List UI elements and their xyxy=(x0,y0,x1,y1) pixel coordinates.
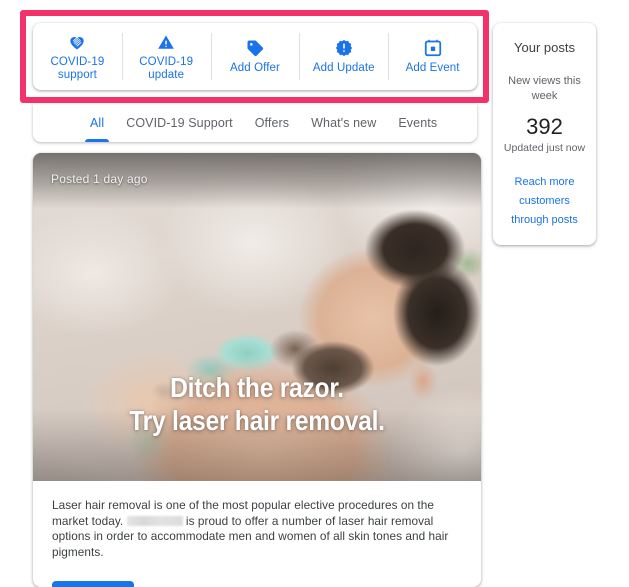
action-label: COVID-19 support xyxy=(50,55,105,81)
post-filter-tabs: All COVID-19 Support Offers What's new E… xyxy=(33,104,477,142)
post-body: Laser hair removal is one of the most po… xyxy=(33,481,481,560)
posted-timestamp: Posted 1 day ago xyxy=(51,172,148,186)
tab-label: All xyxy=(90,116,105,130)
action-add-offer[interactable]: Add Offer xyxy=(210,23,300,90)
panel-title: Your posts xyxy=(514,40,575,55)
post-overlay-headline: Ditch the razor. Try laser hair removal. xyxy=(129,372,385,436)
updated-timestamp: Updated just now xyxy=(503,142,586,154)
tab-whats-new[interactable]: What's new xyxy=(300,104,387,142)
post-type-actions-card: COVID-19 support COVID-19 update Add Off… xyxy=(33,23,477,90)
tab-all[interactable]: All xyxy=(79,104,115,142)
tab-label: What's new xyxy=(311,116,377,130)
post-actions: Call now xyxy=(33,560,481,587)
tab-offers[interactable]: Offers xyxy=(244,104,300,142)
action-covid-support[interactable]: COVID-19 support xyxy=(33,23,122,90)
post-description: Laser hair removal is one of the most po… xyxy=(52,498,462,560)
action-label: COVID-19 update xyxy=(139,55,194,81)
action-add-update[interactable]: Add Update xyxy=(299,23,388,90)
update-badge-icon xyxy=(334,38,354,58)
reach-more-customers-link[interactable]: Reach more customers through posts xyxy=(501,173,588,230)
action-label: Add Event xyxy=(405,62,460,74)
covid-support-heart-icon xyxy=(67,32,87,52)
action-add-event[interactable]: Add Event xyxy=(388,23,477,90)
post-card: Posted 1 day ago Ditch the razor. Try la… xyxy=(33,153,481,587)
tab-label: COVID-19 Support xyxy=(126,116,233,130)
new-views-count: 392 xyxy=(526,114,563,139)
your-posts-panel: Your posts New views this week 392 Updat… xyxy=(493,23,596,245)
call-now-button[interactable]: Call now xyxy=(52,581,134,587)
tab-label: Offers xyxy=(254,116,290,130)
panel-subtitle: New views this week xyxy=(508,75,581,102)
event-calendar-icon xyxy=(423,38,443,58)
post-media[interactable]: Posted 1 day ago Ditch the razor. Try la… xyxy=(33,153,481,481)
tab-label: Events xyxy=(398,116,438,130)
offer-tag-icon xyxy=(245,38,265,58)
business-profile-posts-screen: COVID-19 support COVID-19 update Add Off… xyxy=(0,0,629,587)
action-covid-update[interactable]: COVID-19 update xyxy=(121,23,211,90)
redacted-business-name xyxy=(126,515,183,526)
tab-covid-19-support[interactable]: COVID-19 Support xyxy=(115,104,244,142)
action-label: Add Update xyxy=(312,62,375,74)
covid-update-warning-icon xyxy=(156,32,176,52)
tab-events[interactable]: Events xyxy=(387,104,448,142)
action-label: Add Offer xyxy=(230,62,280,74)
